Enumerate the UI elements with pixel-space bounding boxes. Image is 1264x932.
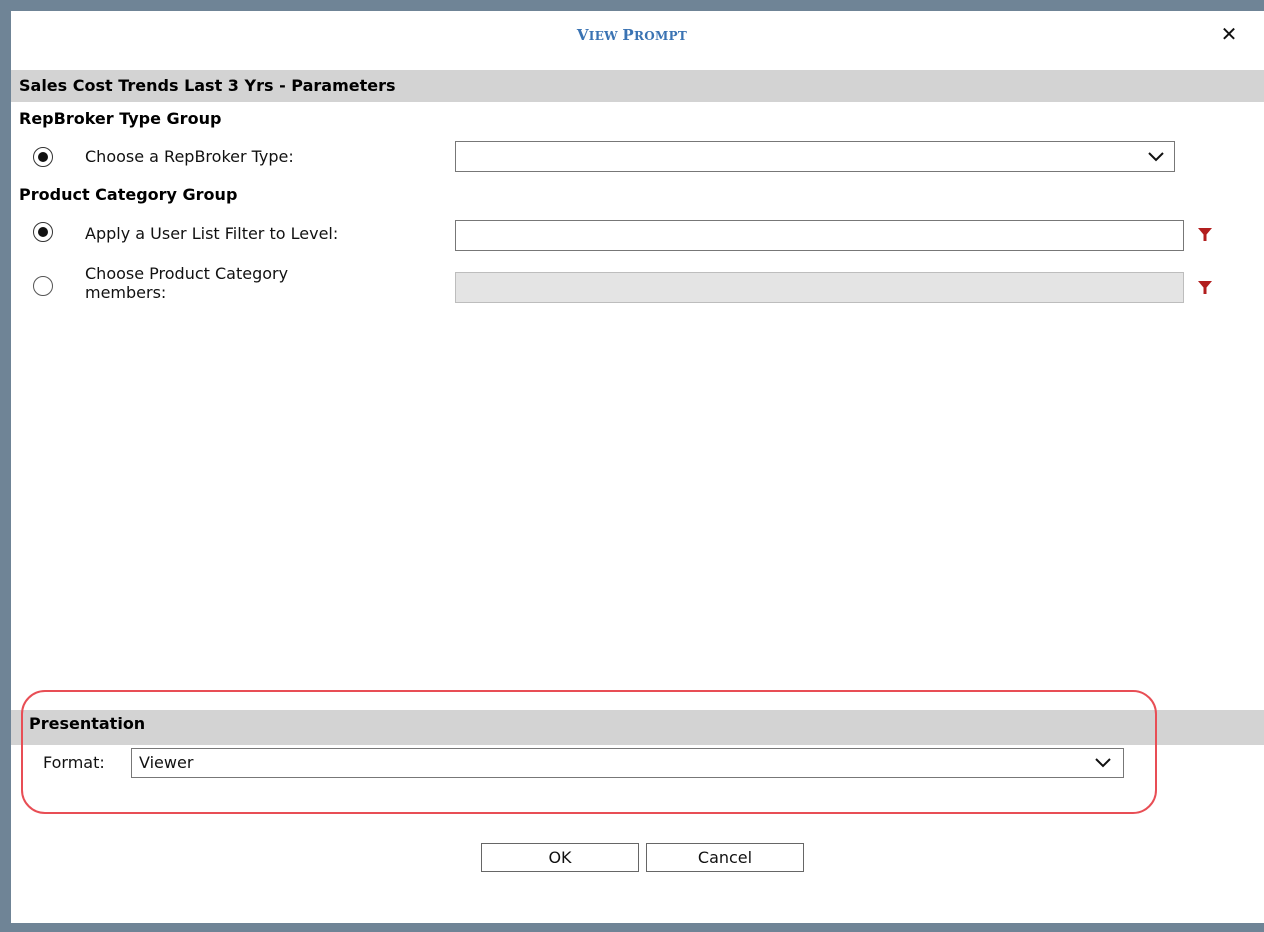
format-value: Viewer [139,753,194,772]
repbroker-type-select[interactable] [455,141,1175,172]
format-label: Format: [43,753,105,772]
label-apply-user-list-filter: Apply a User List Filter to Level: [85,224,339,243]
radio-apply-user-list-filter[interactable] [33,222,53,242]
group-title-product-category: Product Category Group [19,185,238,204]
format-select[interactable]: Viewer [131,748,1124,778]
close-icon[interactable]: ✕ [1218,22,1240,46]
dialog-title: VIEW PROMPT [576,26,688,44]
label-line-1: Choose Product Category [85,264,289,283]
cancel-button[interactable]: Cancel [646,843,804,872]
chevron-down-icon [1093,749,1113,777]
label-line-2: members: [85,283,167,302]
parameters-header: Sales Cost Trends Last 3 Yrs - Parameter… [11,70,1264,102]
label-choose-product-category-members: Choose Product Category members: [85,264,288,302]
product-category-members-input[interactable] [455,272,1184,303]
group-title-repbroker: RepBroker Type Group [19,109,222,128]
radio-choose-product-category-members[interactable] [33,276,53,296]
ok-button[interactable]: OK [481,843,639,872]
presentation-header: Presentation [11,710,1264,745]
filter-icon[interactable] [1197,279,1213,295]
chevron-down-icon [1146,142,1166,171]
filter-icon[interactable] [1197,226,1213,242]
radio-choose-repbroker-type[interactable] [33,147,53,167]
user-list-filter-input[interactable] [455,220,1184,251]
label-choose-repbroker-type: Choose a RepBroker Type: [85,147,294,166]
